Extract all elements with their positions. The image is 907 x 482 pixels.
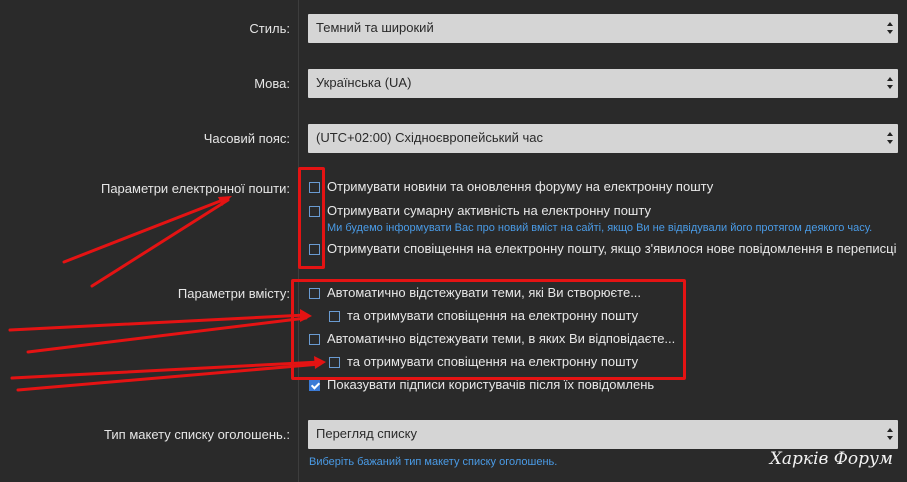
timezone-label: Часовий пояс: bbox=[203, 131, 290, 146]
checkbox-label: Отримувати сумарну активність на електро… bbox=[327, 203, 651, 218]
style-label: Стиль: bbox=[249, 21, 290, 36]
language-label: Мова: bbox=[254, 76, 290, 91]
ad-layout-select-value: Перегляд списку bbox=[316, 426, 417, 441]
ad-layout-select[interactable]: Перегляд списку bbox=[308, 420, 898, 449]
email-option-conversation[interactable]: Отримувати сповіщення на електронну пошт… bbox=[309, 241, 897, 256]
select-arrows-icon bbox=[886, 21, 894, 35]
timezone-select[interactable]: (UTC+02:00) Східноєвропейський час bbox=[308, 124, 898, 153]
select-arrows-icon bbox=[886, 427, 894, 441]
email-option-digest[interactable]: Отримувати сумарну активність на електро… bbox=[309, 203, 651, 218]
style-select-value: Темний та широкий bbox=[316, 20, 434, 35]
content-params-label: Параметри вмісту: bbox=[177, 286, 290, 301]
email-option-news[interactable]: Отримувати новини та оновлення форуму на… bbox=[309, 179, 713, 194]
ad-layout-label: Тип макету списку оголошень.: bbox=[104, 427, 290, 442]
annotation-box-email bbox=[298, 167, 325, 269]
checkbox-label: Отримувати новини та оновлення форуму на… bbox=[327, 179, 714, 194]
email-params-label: Параметри електронної пошти: bbox=[100, 181, 290, 196]
language-select-value: Українська (UA) bbox=[316, 75, 412, 90]
timezone-select-value: (UTC+02:00) Східноєвропейський час bbox=[316, 130, 544, 145]
language-select[interactable]: Українська (UA) bbox=[308, 69, 898, 98]
email-digest-hint: Ми будемо інформувати Вас про новий вміс… bbox=[327, 222, 873, 234]
checkbox-label: Отримувати сповіщення на електронну пошт… bbox=[327, 241, 897, 256]
watermark: Харків Форум bbox=[769, 449, 893, 469]
select-arrows-icon bbox=[886, 131, 894, 145]
style-select[interactable]: Темний та широкий bbox=[308, 14, 898, 43]
ad-layout-hint: Виберіть бажаний тип макету списку оголо… bbox=[309, 456, 558, 468]
select-arrows-icon bbox=[886, 76, 894, 90]
checkbox-checked[interactable] bbox=[309, 380, 320, 391]
annotation-box-content bbox=[291, 279, 686, 380]
